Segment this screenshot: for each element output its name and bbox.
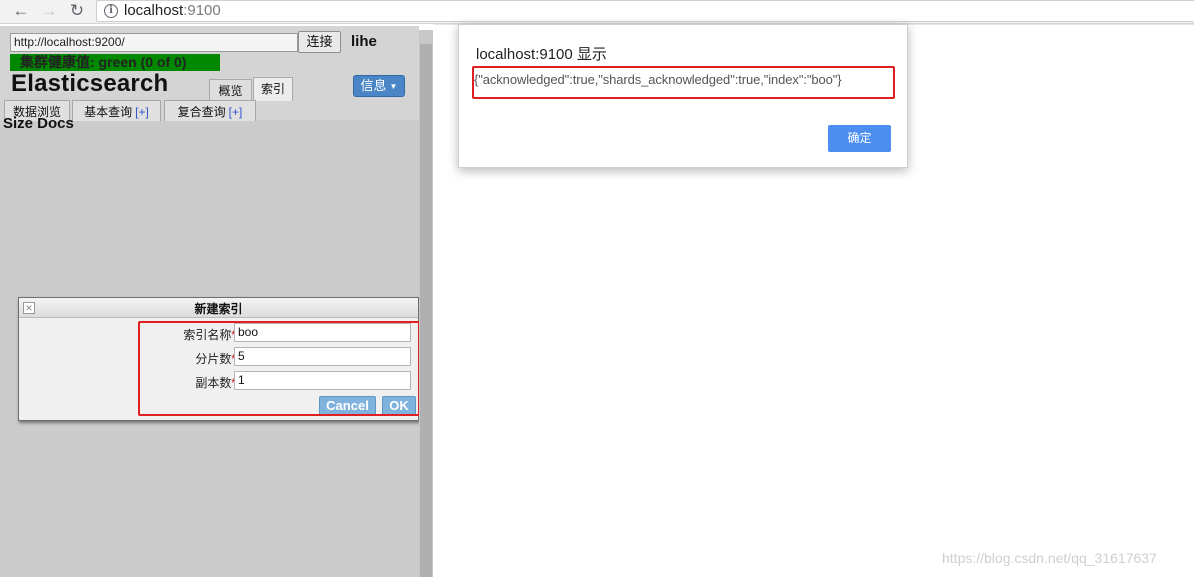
alert-title: localhost:9100 显示 (476, 46, 607, 63)
scrollbar-thumb[interactable] (420, 44, 432, 577)
add-basic-query-icon[interactable]: [+] (135, 105, 149, 119)
tab-indices[interactable]: 索引 (253, 77, 293, 101)
tab-basic-query[interactable]: 基本查询 [+] (72, 100, 161, 121)
size-docs-header: Size Docs (3, 115, 74, 132)
cluster-health-badge: 集群健康值: green (0 of 0) (10, 54, 220, 71)
back-arrow-icon[interactable]: ← (10, 1, 32, 21)
watermark: https://blog.csdn.net/qq_31617637 (942, 550, 1157, 566)
tab-compound-query[interactable]: 复合查询 [+] (164, 100, 256, 121)
cluster-name: lihe (351, 33, 377, 50)
dialog-title: 新建索引 (194, 302, 243, 316)
subtab-label: 复合查询 (177, 105, 226, 119)
highlight-box-message (472, 66, 895, 99)
subtab-label: 基本查询 (84, 105, 133, 119)
es-head-app: http://localhost:9200/ 连接 lihe 集群健康值: gr… (0, 26, 419, 577)
forward-arrow-icon[interactable]: → (38, 1, 60, 21)
connection-url-input[interactable]: http://localhost:9200/ (10, 33, 298, 52)
highlight-box-form (138, 321, 420, 416)
reload-icon[interactable]: ↻ (66, 1, 88, 21)
tab-overview[interactable]: 概览 (209, 79, 252, 101)
info-dropdown-button[interactable]: 信息 ▼ (353, 75, 405, 97)
caret-down-icon: ▼ (389, 82, 398, 91)
confirm-button[interactable]: 确定 (828, 125, 891, 152)
info-label: 信息 (360, 78, 387, 93)
add-compound-query-icon[interactable]: [+] (229, 105, 243, 119)
address-bar[interactable]: i localhost:9100 (96, 0, 1194, 22)
address-url: localhost:9100 (124, 2, 221, 19)
connect-button[interactable]: 连接 (298, 31, 341, 53)
app-title: Elasticsearch (11, 70, 169, 97)
dialog-titlebar[interactable]: ✕ 新建索引 (19, 298, 418, 318)
site-info-icon[interactable]: i (104, 4, 118, 18)
browser-toolbar: ← → ↻ i localhost:9100 (0, 0, 1194, 24)
